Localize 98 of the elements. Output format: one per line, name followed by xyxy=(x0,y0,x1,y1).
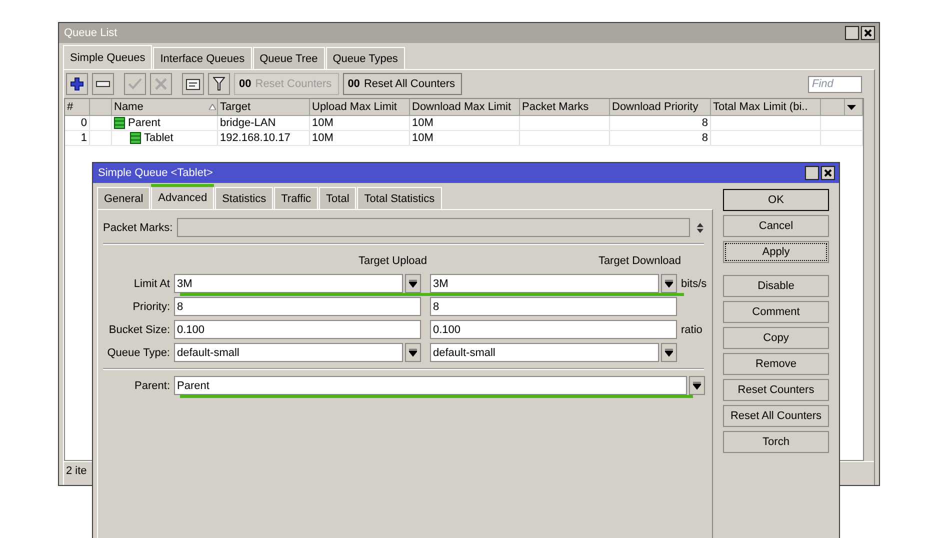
tab[interactable]: Interface Queues xyxy=(153,47,252,69)
table-row[interactable]: 1 Tablet 192.168.10.17 10M 10M 8 xyxy=(65,131,863,146)
close-icon xyxy=(824,169,832,177)
column-header[interactable]: Download Max Limit xyxy=(410,99,520,116)
column-header[interactable]: Name xyxy=(112,99,218,116)
dropdown-button[interactable] xyxy=(689,376,705,395)
sort-icon xyxy=(209,104,216,110)
dropdown-button[interactable] xyxy=(661,343,677,362)
tab[interactable]: Total xyxy=(319,187,356,209)
reset-button[interactable]: 00 Reset All Counters xyxy=(342,73,462,95)
column-header[interactable]: Download Priority xyxy=(610,99,711,116)
queue-name: Parent xyxy=(128,116,160,130)
table-cell: 8 xyxy=(610,116,711,130)
dropdown-icon xyxy=(665,348,673,356)
download-field[interactable]: 0.100 xyxy=(430,320,677,339)
column-header[interactable]: Total Max Limit (bi.. xyxy=(711,99,821,116)
filter-button[interactable] xyxy=(208,73,230,95)
table-row[interactable]: 0 Parent bridge-LAN 10M 10M 8 xyxy=(65,116,863,131)
table-cell: 8 xyxy=(610,131,711,145)
columns-menu-button[interactable] xyxy=(845,99,863,116)
column-heading: Target Download xyxy=(597,254,681,266)
tab[interactable]: Queue Tree xyxy=(252,47,325,69)
dropdown-button[interactable] xyxy=(405,343,421,362)
table-cell: 0 xyxy=(65,116,90,130)
add-button[interactable] xyxy=(66,73,88,95)
download-field[interactable]: 8 xyxy=(430,297,677,316)
dropdown-button[interactable] xyxy=(661,274,677,293)
queue-name: Tablet xyxy=(144,131,174,145)
maximize-button[interactable] xyxy=(805,166,819,180)
table-cell: 10M xyxy=(410,131,520,145)
minus-icon xyxy=(96,81,110,87)
tab[interactable]: Advanced xyxy=(151,185,214,209)
dialog-button[interactable]: Cancel xyxy=(723,215,829,237)
field-label: Parent: xyxy=(134,380,171,392)
tab[interactable]: Total Statistics xyxy=(357,187,442,209)
upload-field[interactable]: 8 xyxy=(174,297,421,316)
remove-button[interactable] xyxy=(92,73,114,95)
dropdown-icon xyxy=(693,382,701,390)
find-field[interactable]: Find xyxy=(808,76,862,92)
upload-field[interactable]: 0.100 xyxy=(174,320,421,339)
close-button[interactable] xyxy=(861,26,875,40)
column-header[interactable]: Packet Marks xyxy=(520,99,610,116)
dialog-title: Simple Queue <Tablet> xyxy=(98,167,213,179)
table-cell: 1 xyxy=(65,131,90,145)
table-cell: 10M xyxy=(310,131,410,145)
maximize-button[interactable] xyxy=(845,26,859,40)
field-label: Packet Marks: xyxy=(103,222,174,234)
comment-button[interactable] xyxy=(182,73,204,95)
table-cell: 10M xyxy=(310,116,410,130)
close-icon xyxy=(864,29,872,37)
column-header[interactable]: # xyxy=(65,99,90,116)
parent-field[interactable]: Parent xyxy=(174,376,687,395)
dialog-button[interactable]: Reset All Counters xyxy=(723,405,829,427)
dialog-button[interactable]: Remove xyxy=(723,353,829,375)
tab[interactable]: Statistics xyxy=(215,187,274,209)
download-field[interactable]: 3M xyxy=(430,274,659,293)
dialog-button[interactable]: Torch xyxy=(723,431,829,453)
dialog-button[interactable]: Apply xyxy=(723,241,829,263)
cross-icon xyxy=(155,78,167,90)
dropdown-icon xyxy=(665,280,673,288)
tab[interactable]: General xyxy=(97,187,150,209)
field-label: Priority: xyxy=(132,300,171,312)
window-title: Queue List xyxy=(64,27,118,39)
queue-icon xyxy=(114,117,125,129)
dropdown-icon xyxy=(409,348,417,356)
tab[interactable]: Traffic xyxy=(274,187,318,209)
table-cell: 10M xyxy=(410,116,520,130)
upload-field[interactable]: 3M xyxy=(174,274,403,293)
queue-icon xyxy=(130,132,141,144)
note-icon xyxy=(186,78,200,90)
tab[interactable]: Simple Queues xyxy=(63,45,152,69)
column-header[interactable]: Target xyxy=(218,99,310,116)
status-text: 2 ite xyxy=(66,464,87,476)
table-cell: 192.168.10.17 xyxy=(218,131,310,145)
dropdown-button[interactable] xyxy=(405,274,421,293)
close-button[interactable] xyxy=(821,166,835,180)
dropdown-icon xyxy=(409,280,417,288)
field-label: Queue Type: xyxy=(106,346,171,358)
dialog-button[interactable]: Disable xyxy=(723,275,829,297)
up-down-icon xyxy=(696,222,704,234)
download-field[interactable]: default-small xyxy=(430,343,659,362)
unit-label: ratio xyxy=(681,324,702,336)
dialog-button[interactable]: Copy xyxy=(723,327,829,349)
unit-label: bits/s xyxy=(681,278,707,290)
dialog-button[interactable]: OK xyxy=(723,189,829,211)
column-header[interactable]: Upload Max Limit xyxy=(310,99,410,116)
plus-icon xyxy=(70,77,84,91)
check-icon xyxy=(128,78,142,90)
dialog-button[interactable]: Reset Counters xyxy=(723,379,829,401)
column-heading: Target Upload xyxy=(358,254,427,266)
field-label: Bucket Size: xyxy=(108,324,171,336)
field-label: Limit At xyxy=(132,278,171,290)
table-cell: bridge-LAN xyxy=(218,116,310,130)
filter-icon xyxy=(213,77,225,91)
tab[interactable]: Queue Types xyxy=(326,47,405,69)
dropdown-icon xyxy=(847,104,856,110)
dialog-button[interactable]: Comment xyxy=(723,301,829,323)
upload-field[interactable]: default-small xyxy=(174,343,403,362)
